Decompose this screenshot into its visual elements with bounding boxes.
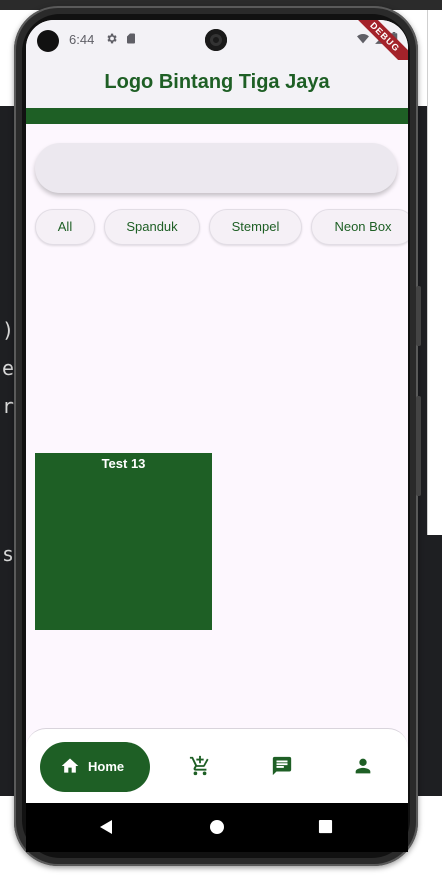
chat-icon [271, 756, 293, 781]
front-camera [205, 29, 227, 51]
app-screen: 6:44 DEBUG Logo Bintang Tiga Jaya All Sp… [26, 20, 408, 852]
chip-stempel[interactable]: Stempel [209, 209, 302, 245]
chip-spanduk[interactable]: Spanduk [104, 209, 200, 245]
nav-cart-button[interactable] [189, 755, 213, 779]
app-bar-accent-band [26, 108, 408, 124]
product-card[interactable]: Test 13 [35, 453, 212, 630]
product-title: Test 13 [101, 456, 146, 471]
nav-home-label: Home [88, 759, 125, 774]
home-icon [60, 756, 80, 781]
code-fragment: r [2, 394, 15, 418]
search-input[interactable] [35, 143, 397, 193]
status-time: 6:44 [69, 32, 95, 47]
nav-home-button[interactable]: Home [40, 742, 150, 792]
back-icon[interactable] [98, 819, 114, 840]
bottom-navigation-bar: Home [26, 728, 408, 803]
chip-neon-box[interactable]: Neon Box [311, 209, 408, 245]
sd-card-icon [125, 32, 137, 50]
code-fragment: ) [2, 318, 15, 342]
host-side-panel [427, 10, 442, 535]
power-button[interactable] [416, 396, 421, 496]
chip-all[interactable]: All [35, 209, 95, 245]
code-fragment: s [2, 542, 15, 566]
settings-gear-icon [105, 32, 118, 50]
nav-chat-button[interactable] [271, 755, 295, 779]
status-bar: 6:44 DEBUG [26, 20, 408, 74]
code-fragment: e [2, 356, 15, 380]
wifi-icon [356, 32, 370, 50]
person-icon [352, 758, 374, 781]
cart-icon [189, 755, 211, 781]
nav-profile-button[interactable] [352, 755, 376, 779]
system-navigation-bar [26, 803, 408, 852]
app-title: Logo Bintang Tiga Jaya [104, 71, 330, 93]
volume-button[interactable] [416, 286, 421, 346]
home-circle-icon[interactable] [209, 819, 225, 840]
camera-dot [37, 30, 59, 52]
app-bar: Logo Bintang Tiga Jaya [26, 60, 408, 108]
recents-square-icon[interactable] [318, 819, 333, 839]
